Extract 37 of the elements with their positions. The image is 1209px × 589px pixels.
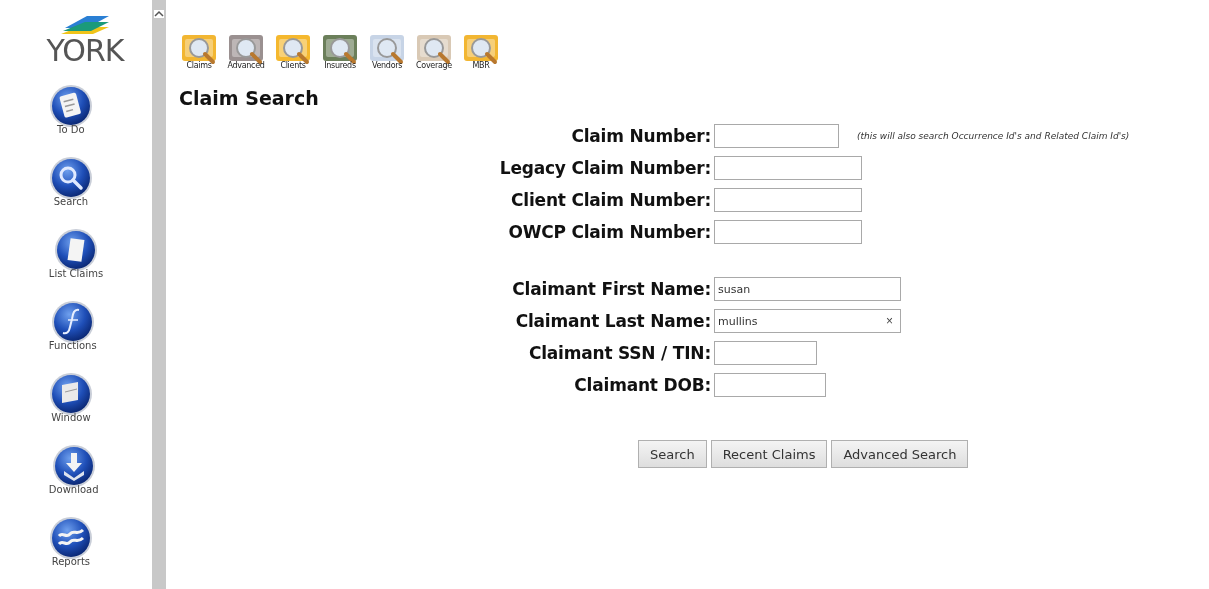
field-label: Claimant Last Name: [514,311,711,331]
field-label: Claimant DOB: [573,375,711,395]
sidebar-item[interactable]: Search [48,156,93,228]
clear-button[interactable]: × [881,313,898,329]
form-button[interactable]: Recent Claims [710,440,828,468]
input-field[interactable] [714,156,862,180]
field-label: OWCP Claim Number: [507,222,711,242]
field-label: Legacy Claim Number: [498,158,711,178]
toolbar-item[interactable]: Coverage [414,27,454,70]
input-field[interactable]: susan [714,277,901,301]
input-field[interactable] [714,373,826,397]
logo-text: YORK [46,36,124,66]
sidebar-item[interactable]: Reports [48,516,93,588]
toolbar-item[interactable]: MBR [461,27,501,70]
field-label: Claim Number: [570,126,711,146]
toolbar-item[interactable]: Vendors [367,27,407,70]
scroll-up-icon[interactable] [154,10,164,18]
input-field[interactable] [714,188,862,212]
input-field[interactable] [714,124,839,148]
toolbar-item[interactable]: Advanced [226,27,266,70]
field-label: Client Claim Number: [510,190,711,210]
toolbar-item[interactable]: Claims [179,27,219,70]
sidebar-item[interactable]: Functions [48,300,97,372]
sidebar-item[interactable]: To Do [48,84,93,156]
input-field[interactable] [714,341,817,365]
toolbar-item[interactable]: Insureds [320,27,360,70]
form-button[interactable]: Advanced Search [831,440,969,468]
sidebar-item[interactable]: Window [48,372,93,444]
field-label: Claimant SSN / TIN: [527,343,711,363]
field-note: (this will also search Occurrence Id's and Related Claim Id's) [857,131,1130,141]
page-title: Claim Search [179,87,320,111]
field-label: Claimant First Name: [511,279,711,299]
input-field[interactable] [714,220,862,244]
sidebar-item[interactable]: List Claims [48,228,104,300]
sidebar-item[interactable]: Download [48,444,99,516]
toolbar-item[interactable]: Clients [273,27,313,70]
form-button[interactable]: Search [638,440,707,468]
